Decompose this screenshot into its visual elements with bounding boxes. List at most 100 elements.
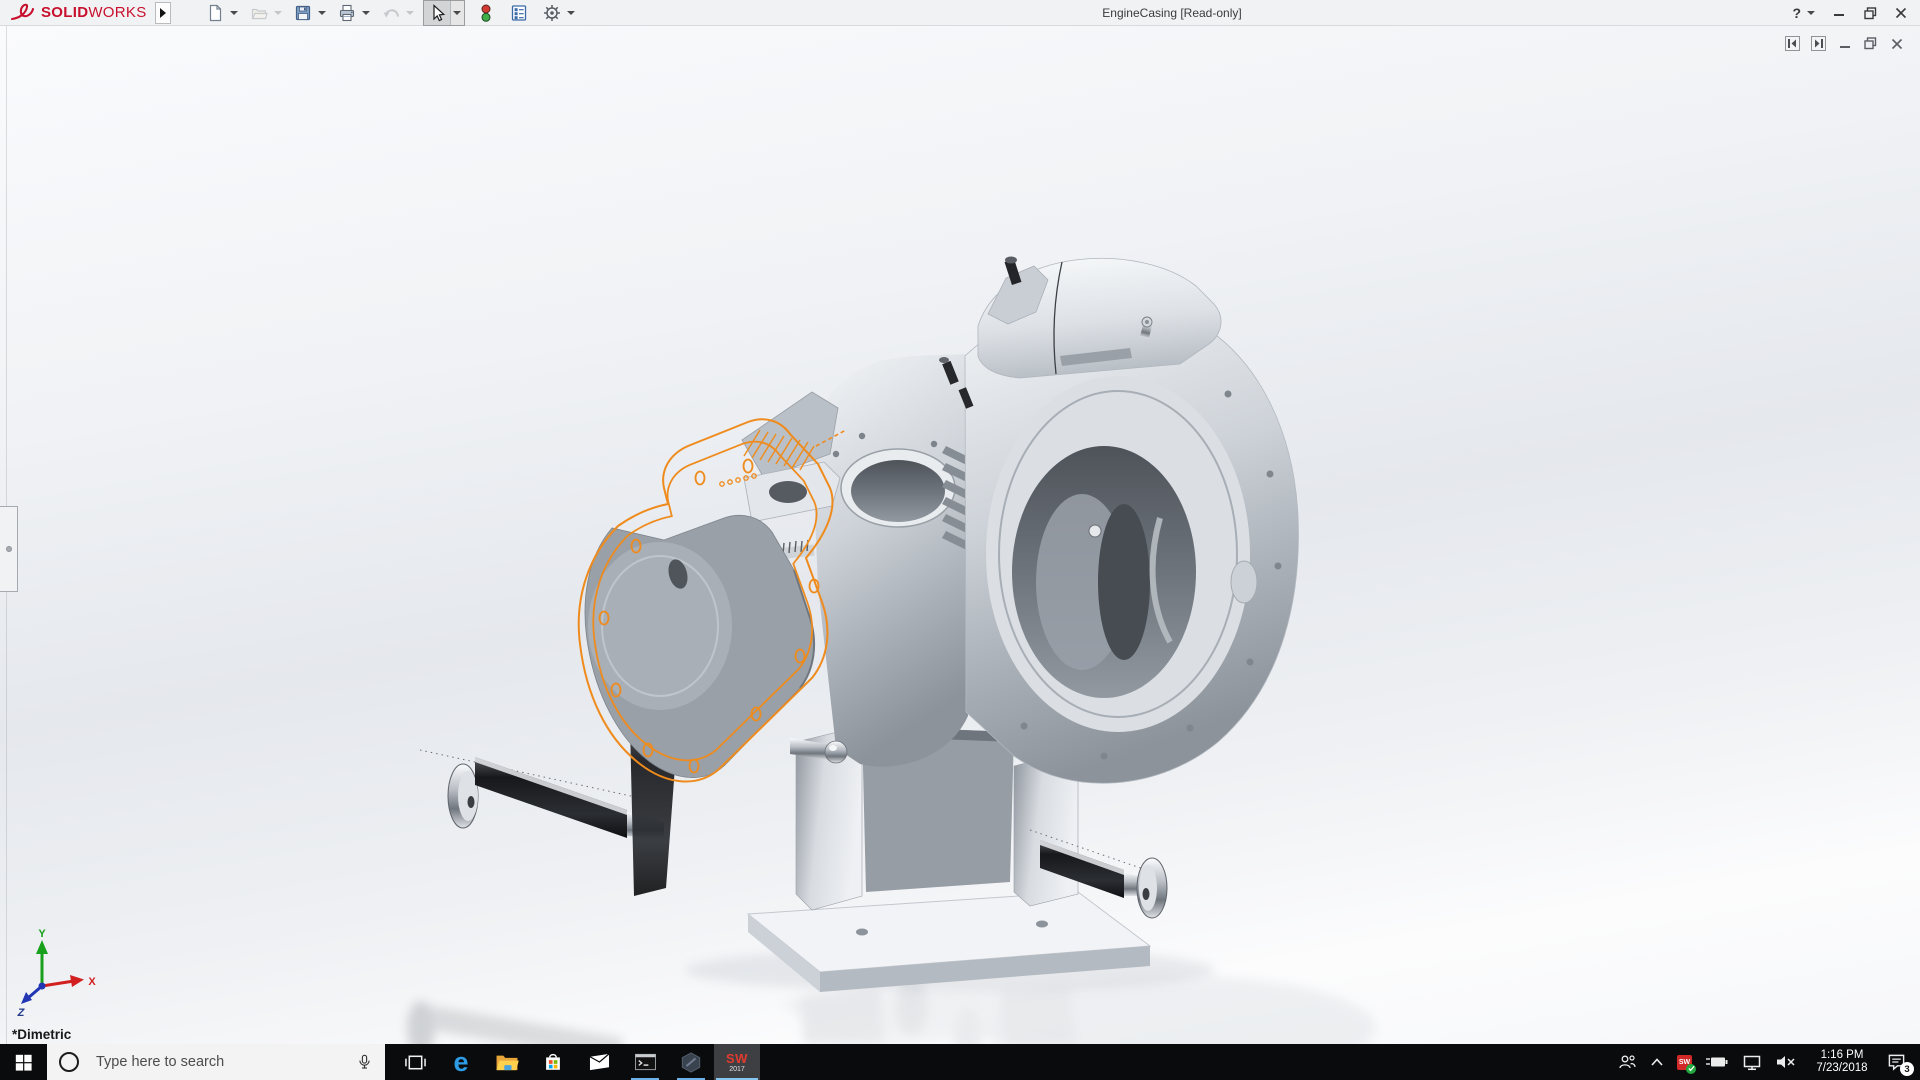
microphone-icon[interactable] xyxy=(356,1052,373,1072)
clock-date: 7/23/2018 xyxy=(1810,1062,1874,1076)
save-dropdown[interactable] xyxy=(318,11,326,15)
graphics-viewport[interactable]: Y X Z *Dimetric xyxy=(0,26,1920,1044)
windows-logo-icon xyxy=(15,1054,32,1071)
command-prompt-icon xyxy=(634,1052,657,1072)
people-icon[interactable] xyxy=(1617,1053,1637,1071)
solidworks-logo: SOLIDWORKS xyxy=(10,3,147,23)
window-controls: ? xyxy=(1792,0,1920,26)
system-tray: SW 1:16 PM 7/23/2018 3 xyxy=(1617,1044,1920,1080)
taskbar-app-solidworks-2017[interactable]: SW 2017 xyxy=(714,1044,760,1080)
network-icon[interactable] xyxy=(1742,1054,1762,1071)
start-button[interactable] xyxy=(0,1044,47,1080)
flyout-arrow-icon xyxy=(160,8,166,18)
microsoft-store-icon xyxy=(542,1051,564,1073)
search-input[interactable]: Type here to search xyxy=(47,1044,385,1080)
doc-minimize-icon xyxy=(1839,38,1851,50)
new-document-dropdown[interactable] xyxy=(230,11,238,15)
taskbar-app-task-view[interactable] xyxy=(392,1044,438,1080)
y-axis-label: Y xyxy=(38,928,46,940)
side-cover-plate xyxy=(585,515,814,777)
windows-taskbar: Type here to search e xyxy=(0,1044,1920,1080)
new-document-icon xyxy=(203,1,227,25)
rebuild-traffic-light-icon xyxy=(474,1,498,25)
volume-muted-icon[interactable] xyxy=(1775,1054,1797,1070)
document-window-controls xyxy=(1785,36,1904,51)
document-title: EngineCasing [Read-only] xyxy=(1072,0,1272,26)
rebuild-button[interactable] xyxy=(474,1,498,25)
help-button[interactable]: ? xyxy=(1792,5,1815,21)
battery-icon[interactable] xyxy=(1705,1054,1729,1070)
taskbar-app-microsoft-store[interactable] xyxy=(530,1044,576,1080)
restore-button[interactable] xyxy=(1863,6,1877,20)
titlebar: SOLIDWORKS xyxy=(0,0,1920,26)
help-dropdown[interactable] xyxy=(1807,11,1815,15)
print-button[interactable] xyxy=(335,1,370,25)
pane-handle-dot-icon xyxy=(6,546,12,552)
solidworks-2017-icon: SW 2017 xyxy=(726,1052,748,1073)
file-properties-icon xyxy=(507,1,531,25)
taskbar-app-mail[interactable] xyxy=(576,1044,622,1080)
action-center-button[interactable]: 3 xyxy=(1887,1053,1912,1071)
select-tool-combo xyxy=(423,0,465,26)
cortana-icon xyxy=(59,1052,79,1072)
pane-expand-right-button[interactable] xyxy=(1811,36,1826,51)
solidworks-tray-icon[interactable]: SW xyxy=(1677,1055,1692,1070)
options-button[interactable] xyxy=(540,1,575,25)
mail-icon xyxy=(588,1052,611,1072)
open-folder-icon xyxy=(247,1,271,25)
options-dropdown[interactable] xyxy=(567,11,575,15)
open-button[interactable] xyxy=(247,1,282,25)
check-icon xyxy=(1686,1064,1696,1074)
taskbar-app-command-prompt[interactable] xyxy=(622,1044,668,1080)
z-axis-label: Z xyxy=(17,1007,26,1019)
select-cursor-button[interactable] xyxy=(424,1,450,25)
close-icon xyxy=(1895,7,1907,19)
doc-close-button[interactable] xyxy=(1889,36,1904,51)
task-view-icon xyxy=(405,1052,426,1073)
save-floppy-icon xyxy=(291,1,315,25)
pane-left-icon xyxy=(1787,38,1798,49)
restore-icon xyxy=(1864,7,1877,20)
search-placeholder: Type here to search xyxy=(96,1054,356,1070)
taskbar-app-edge[interactable]: e xyxy=(438,1044,484,1080)
clock[interactable]: 1:16 PM 7/23/2018 xyxy=(1810,1049,1874,1076)
doc-minimize-button[interactable] xyxy=(1837,36,1852,51)
clock-time: 1:16 PM xyxy=(1810,1049,1874,1063)
doc-restore-icon xyxy=(1864,37,1877,50)
print-icon xyxy=(335,1,359,25)
select-cursor-icon xyxy=(427,3,447,23)
pane-right-icon xyxy=(1813,38,1824,49)
undo-button[interactable] xyxy=(379,1,414,25)
pane-collapse-left-button[interactable] xyxy=(1785,36,1800,51)
select-dropdown[interactable] xyxy=(450,1,464,25)
x-axis-label: X xyxy=(88,976,96,988)
minimize-icon xyxy=(1833,7,1845,19)
taskbar-app-edrawings[interactable] xyxy=(668,1044,714,1080)
options-gear-icon xyxy=(540,1,564,25)
undo-arrow-icon xyxy=(379,1,403,25)
undo-dropdown[interactable] xyxy=(406,11,414,15)
file-explorer-icon xyxy=(495,1052,519,1072)
save-button[interactable] xyxy=(291,1,326,25)
feature-pane-collapse-tab[interactable] xyxy=(0,506,18,592)
file-properties-button[interactable] xyxy=(507,1,531,25)
edge-icon: e xyxy=(453,1049,468,1076)
orientation-triad: Y X Z xyxy=(12,928,112,1020)
model-canvas[interactable] xyxy=(0,26,1920,1044)
taskbar-apps: e xyxy=(392,1044,760,1080)
taskbar-app-file-explorer[interactable] xyxy=(484,1044,530,1080)
quick-access-toolbar xyxy=(203,0,584,26)
open-dropdown[interactable] xyxy=(274,11,282,15)
brand-text: SOLIDWORKS xyxy=(41,4,147,21)
doc-restore-button[interactable] xyxy=(1863,36,1878,51)
show-hidden-icons-chevron[interactable] xyxy=(1650,1057,1664,1067)
notification-badge: 3 xyxy=(1900,1062,1914,1076)
close-button[interactable] xyxy=(1894,6,1908,20)
solidworks-ds-icon xyxy=(10,3,36,23)
edrawings-hexagon-icon xyxy=(680,1051,702,1074)
new-document-button[interactable] xyxy=(203,1,238,25)
minimize-button[interactable] xyxy=(1832,6,1846,20)
menu-flyout-button[interactable] xyxy=(155,2,171,24)
view-orientation-label: *Dimetric xyxy=(12,1027,71,1042)
print-dropdown[interactable] xyxy=(362,11,370,15)
